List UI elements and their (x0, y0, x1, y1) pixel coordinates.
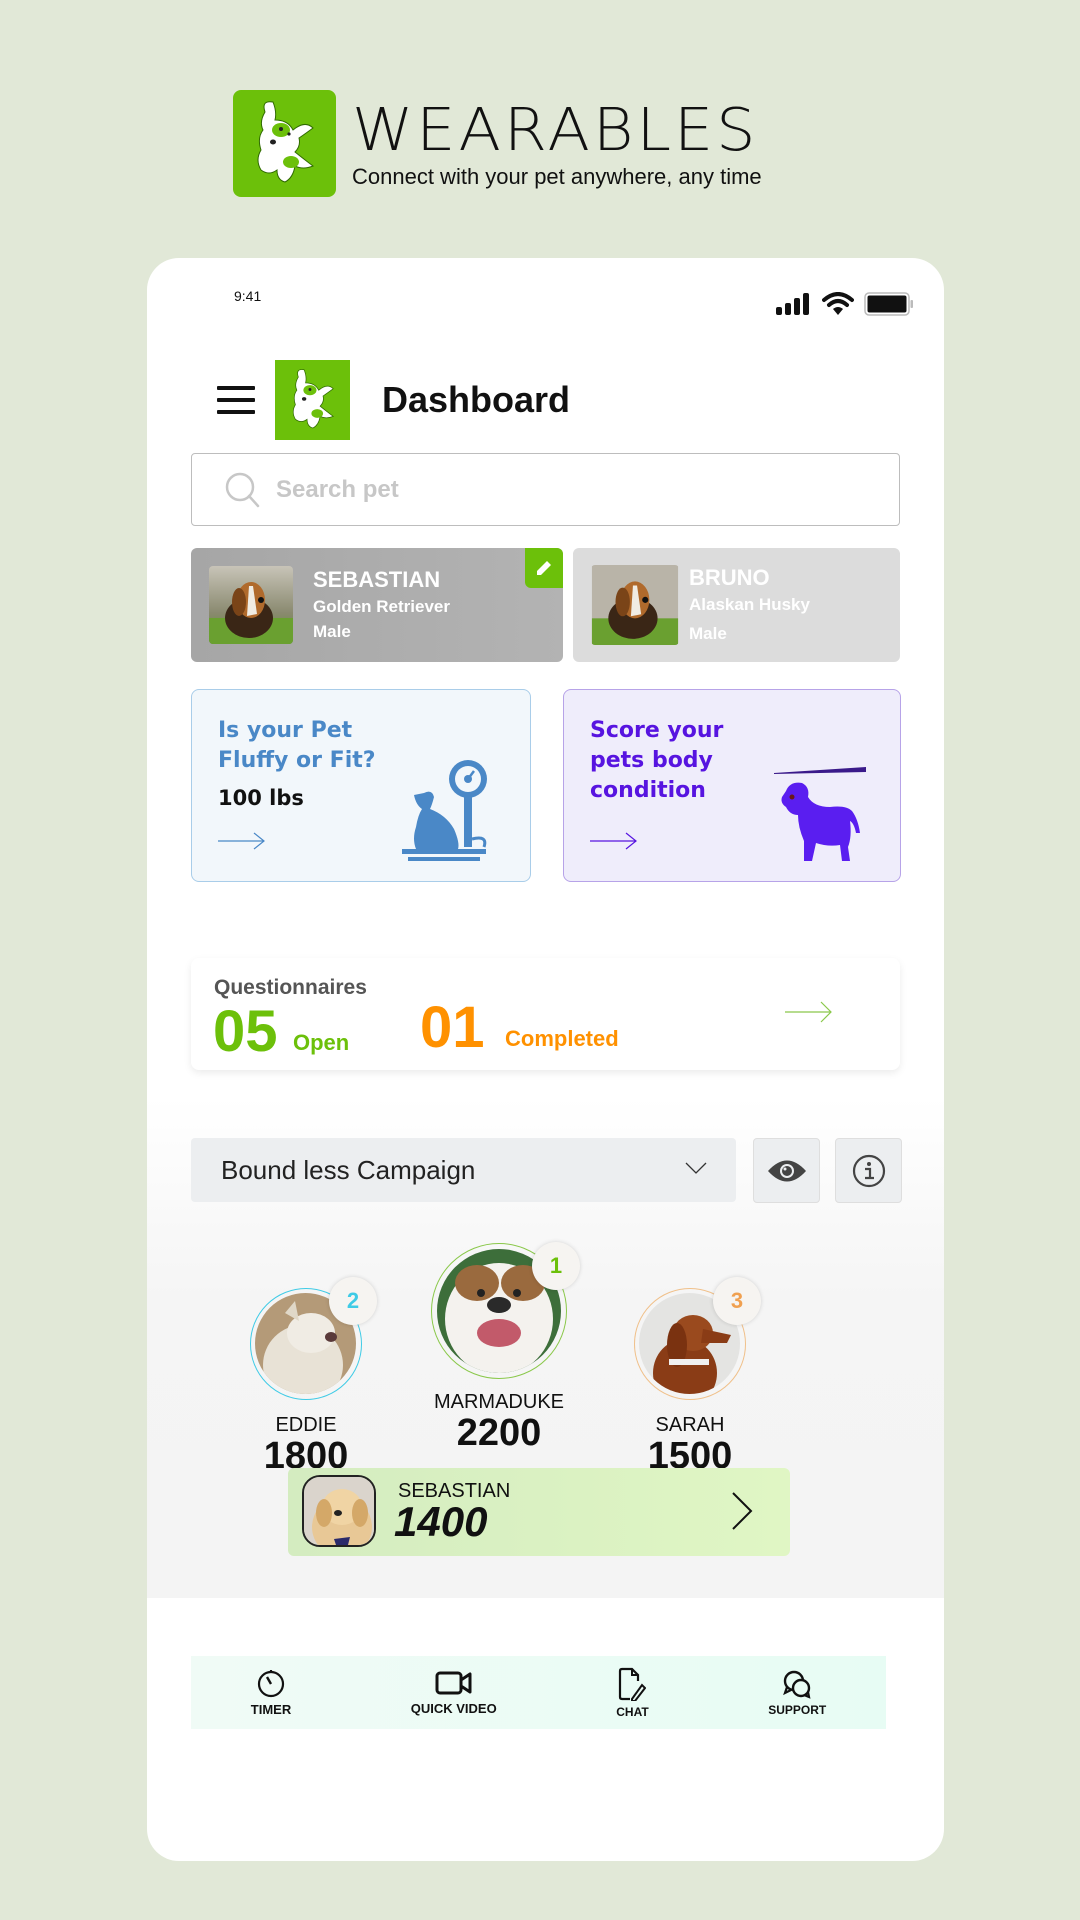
bottom-navigation: TIMER QUICK VIDEO CHAT SUPPORT (191, 1656, 886, 1729)
open-count: 05 (213, 999, 278, 1064)
nav-label: SUPPORT (768, 1702, 827, 1717)
leader-name: MARMADUKE (433, 1391, 564, 1413)
search-box[interactable] (191, 453, 900, 526)
my-pet-avatar (302, 1475, 376, 1547)
dog-photo-sebastian (304, 1477, 374, 1545)
dog-standing-icon (774, 767, 866, 861)
completed-label: Completed (505, 1026, 619, 1051)
chevron-down-icon (685, 1162, 707, 1174)
eye-icon (767, 1160, 806, 1181)
app-header: Dashboard (217, 360, 570, 440)
nav-chat[interactable]: CHAT (616, 1667, 649, 1719)
pet-sex: Male (313, 622, 351, 641)
app-logo (275, 360, 350, 440)
status-bar: 9:41 (147, 258, 944, 318)
wifi-icon (822, 292, 854, 315)
leader-name: SARAH (655, 1414, 725, 1436)
battery-icon (864, 292, 913, 316)
completed-count: 01 (420, 995, 485, 1060)
info-icon (852, 1154, 885, 1187)
beagle-photo (591, 565, 679, 645)
leaderboard-entry[interactable]: 2 EDDIE 1800 (231, 1258, 381, 1475)
view-button[interactable] (753, 1138, 820, 1203)
hamburger-line (217, 410, 255, 414)
arrow-right-icon[interactable] (785, 1000, 833, 1024)
rank-badge: 1 (532, 1242, 580, 1290)
avatar: 2 (250, 1277, 377, 1400)
leader-name: EDDIE (275, 1414, 337, 1436)
info-button[interactable] (835, 1138, 902, 1203)
hamburger-line (217, 398, 255, 402)
rank-badge: 2 (329, 1277, 377, 1325)
pet-photo (209, 566, 293, 644)
campaign-dropdown[interactable]: Bound less Campaign (191, 1138, 736, 1202)
dog-logo-icon (257, 101, 315, 183)
video-camera-icon (435, 1671, 472, 1695)
pet-breed: Golden Retriever (313, 597, 450, 616)
pet-sex: Male (689, 624, 727, 643)
search-input[interactable] (276, 475, 876, 504)
dog-logo-icon (292, 369, 334, 429)
search-icon (225, 472, 260, 507)
questionnaires-card[interactable]: Questionnaires 05 Open 01 Completed (191, 958, 900, 1070)
brand-title: WEARABLES (352, 94, 759, 164)
hamburger-line (217, 386, 255, 390)
phone-screen: 9:41 Dashboard Search pet SEBASTIAN Gold… (147, 258, 944, 1861)
rank-badge: 3 (713, 1277, 761, 1325)
hamburger-menu-button[interactable] (217, 386, 255, 414)
pencil-icon (537, 559, 553, 575)
brand-header: WEARABLES Connect with your pet anywhere… (233, 90, 762, 197)
my-pet-score: 1400 (394, 1498, 488, 1545)
pet-name: BRUNO (689, 565, 770, 590)
signal-icon (776, 293, 809, 315)
my-rank-card[interactable]: SEBASTIAN 1400 (288, 1468, 790, 1556)
pet-photo (591, 565, 679, 645)
nav-label: CHAT (616, 1704, 649, 1719)
weight-check-card[interactable]: Is your Pet Fluffy or Fit? 100 lbs (191, 689, 531, 882)
nav-quick-video[interactable]: QUICK VIDEO (411, 1669, 497, 1716)
arrow-right-icon[interactable] (590, 831, 638, 851)
arrow-right-icon[interactable] (218, 831, 266, 851)
avatar: 1 (431, 1242, 580, 1379)
questionnaires-title: Questionnaires (214, 976, 367, 999)
leaderboard-entry[interactable]: 3 SARAH 1500 (615, 1258, 765, 1475)
support-bubbles-icon (783, 1670, 811, 1699)
avatar: 3 (634, 1277, 761, 1400)
campaign-selected: Bound less Campaign (221, 1154, 476, 1185)
body-condition-card[interactable]: Score your pets body condition (563, 689, 901, 882)
pet-breed: Alaskan Husky (689, 595, 810, 614)
brand-tagline: Connect with your pet anywhere, any time (352, 163, 762, 189)
chevron-right-icon (732, 1492, 753, 1530)
beagle-photo (209, 566, 293, 644)
nav-support[interactable]: SUPPORT (768, 1669, 826, 1717)
page-title: Dashboard (382, 379, 571, 420)
promo-title-line: Score your (590, 718, 724, 743)
dog-on-scale-icon (402, 760, 487, 861)
pet-card-bruno[interactable]: BRUNO Alaskan Husky Male (573, 548, 900, 662)
nav-label: QUICK VIDEO (410, 1701, 497, 1716)
leader-score: 2200 (456, 1412, 542, 1454)
pet-card-sebastian[interactable]: SEBASTIAN Golden Retriever Male (191, 548, 563, 662)
open-label: Open (293, 1030, 350, 1055)
edit-pet-button[interactable] (525, 548, 563, 588)
pet-name: SEBASTIAN (313, 567, 441, 592)
leaderboard-entry[interactable]: 1 MARMADUKE 2200 (399, 1234, 599, 1452)
chat-document-icon (619, 1667, 647, 1701)
promo-title-line: Is your Pet (218, 718, 353, 743)
nav-label: TIMER (250, 1702, 292, 1717)
timer-icon (257, 1670, 285, 1698)
nav-timer[interactable]: TIMER (251, 1668, 291, 1717)
brand-logo (233, 90, 336, 197)
status-time: 9:41 (234, 288, 262, 304)
